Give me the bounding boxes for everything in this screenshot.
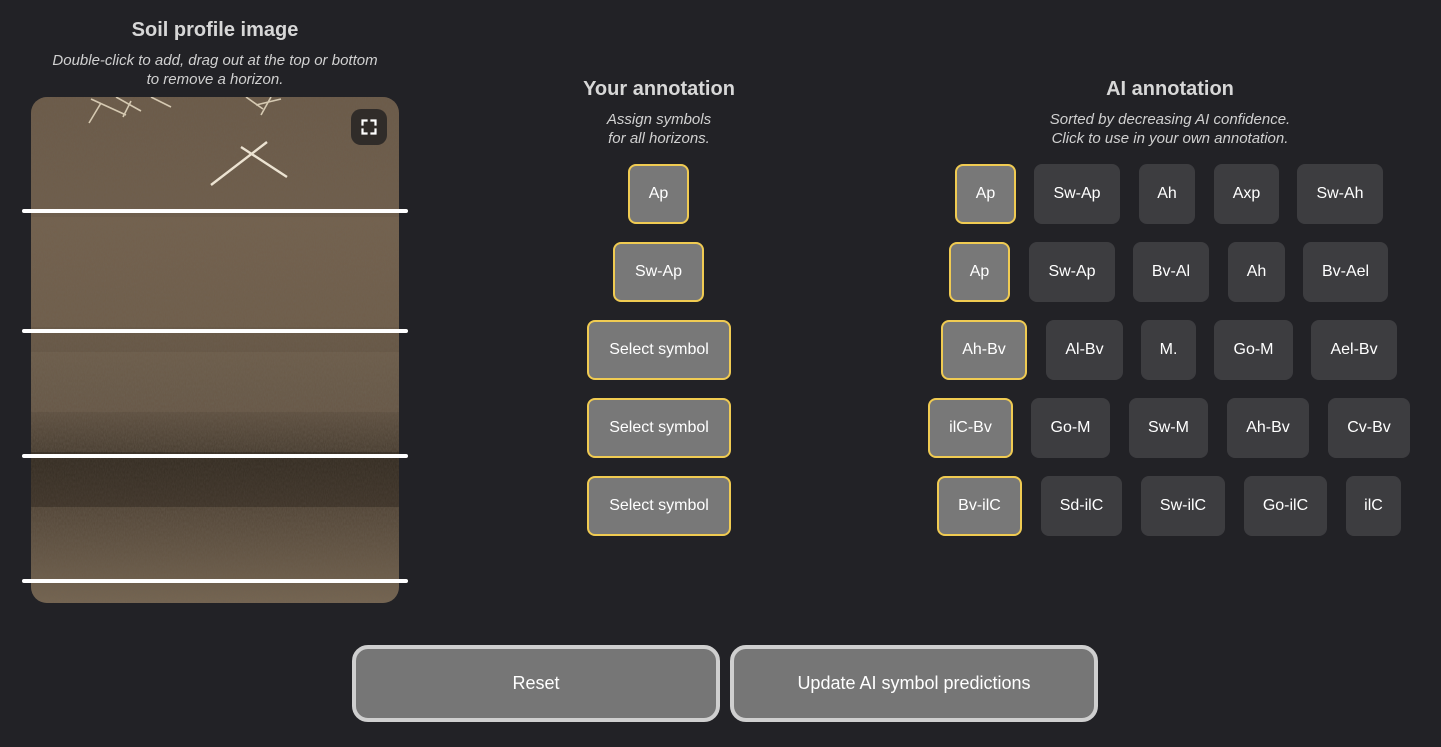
fullscreen-icon	[361, 119, 377, 135]
ai-annotation-header: AI annotation Sorted by decreasing AI co…	[980, 77, 1360, 148]
ai-row1-option-4[interactable]: Axp	[1214, 164, 1279, 224]
user-horizon-1-button[interactable]: Ap	[628, 164, 689, 224]
ai-row4-option-4[interactable]: Ah-Bv	[1227, 398, 1309, 458]
user-horizon-5-button[interactable]: Select symbol	[587, 476, 731, 536]
image-panel-header: Soil profile image Double-click to add, …	[20, 18, 410, 89]
ai-row2-option-5[interactable]: Bv-Ael	[1303, 242, 1388, 302]
ai-annotation-title: AI annotation	[1106, 78, 1234, 100]
ai-row5-option-1[interactable]: Bv-ilC	[937, 476, 1022, 536]
horizon-boundary-1[interactable]	[22, 209, 408, 213]
ai-row2-option-1[interactable]: Ap	[949, 242, 1010, 302]
ai-row3-option-3[interactable]: M.	[1141, 320, 1196, 380]
user-annotation-instructions: Assign symbols for all horizons.	[606, 111, 712, 147]
ai-row3-option-1[interactable]: Ah-Bv	[941, 320, 1027, 380]
ai-row1-option-1[interactable]: Ap	[955, 164, 1016, 224]
ai-row5-option-2[interactable]: Sd-ilC	[1041, 476, 1122, 536]
user-annotation-title: Your annotation	[583, 78, 735, 100]
ai-row4-option-3[interactable]: Sw-M	[1129, 398, 1208, 458]
fullscreen-button[interactable]	[351, 109, 387, 145]
ai-annotation-instructions: Sorted by decreasing AI confidence. Clic…	[1049, 111, 1291, 147]
soil-profile-image[interactable]	[31, 97, 399, 603]
ai-row3-option-5[interactable]: Ael-Bv	[1311, 320, 1397, 380]
ai-row4-option-1[interactable]: ilC-Bv	[928, 398, 1013, 458]
update-ai-predictions-button[interactable]: Update AI symbol predictions	[730, 645, 1098, 722]
ai-row2-option-3[interactable]: Bv-Al	[1133, 242, 1209, 302]
ai-row4-option-5[interactable]: Cv-Bv	[1328, 398, 1410, 458]
horizon-boundary-4[interactable]	[22, 579, 408, 583]
ai-row4-option-2[interactable]: Go-M	[1031, 398, 1110, 458]
ai-row1-option-2[interactable]: Sw-Ap	[1034, 164, 1120, 224]
image-panel-instructions: Double-click to add, drag out at the top…	[52, 52, 378, 88]
ai-row1-option-5[interactable]: Sw-Ah	[1297, 164, 1383, 224]
horizon-boundary-3[interactable]	[22, 454, 408, 458]
ai-row2-option-4[interactable]: Ah	[1228, 242, 1285, 302]
user-horizon-3-button[interactable]: Select symbol	[587, 320, 731, 380]
soil-profile-picture	[31, 97, 399, 603]
ai-row3-option-4[interactable]: Go-M	[1214, 320, 1293, 380]
ai-row5-option-4[interactable]: Go-ilC	[1244, 476, 1327, 536]
horizon-boundary-2[interactable]	[22, 329, 408, 333]
user-annotation-header: Your annotation Assign symbols for all h…	[540, 77, 778, 148]
ai-row2-option-2[interactable]: Sw-Ap	[1029, 242, 1115, 302]
user-horizon-4-button[interactable]: Select symbol	[587, 398, 731, 458]
ai-row5-option-3[interactable]: Sw-ilC	[1141, 476, 1225, 536]
user-horizon-2-button[interactable]: Sw-Ap	[613, 242, 704, 302]
soil-annotation-page: Soil profile image Double-click to add, …	[0, 0, 1441, 747]
ai-row3-option-2[interactable]: Al-Bv	[1046, 320, 1123, 380]
ai-row5-option-5[interactable]: ilC	[1346, 476, 1401, 536]
image-panel-title: Soil profile image	[131, 19, 299, 41]
reset-button[interactable]: Reset	[352, 645, 720, 722]
ai-row1-option-3[interactable]: Ah	[1139, 164, 1195, 224]
